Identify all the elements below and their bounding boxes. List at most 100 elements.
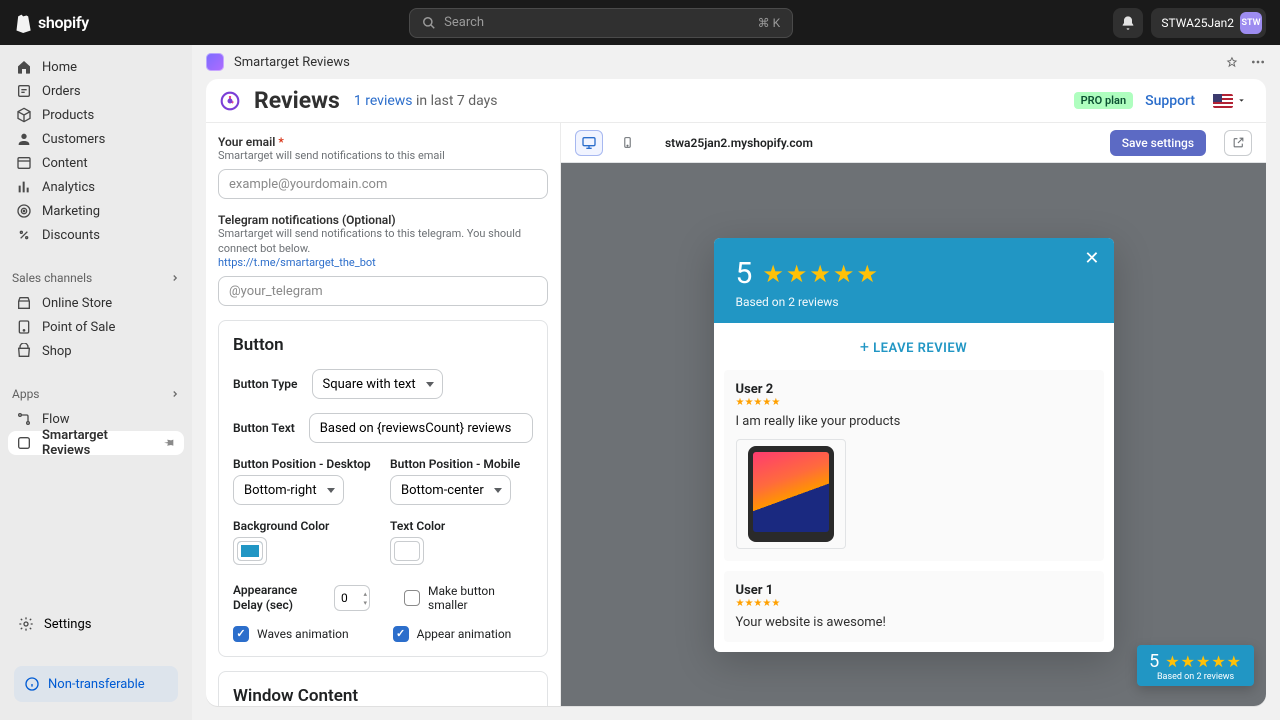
- nav-orders[interactable]: Orders: [8, 79, 184, 103]
- sales-channels-head[interactable]: Sales channels: [0, 267, 192, 289]
- stats: 1 reviews in last 7 days: [354, 93, 498, 109]
- search-placeholder: Search: [444, 15, 484, 30]
- nav-content[interactable]: Content: [8, 151, 184, 175]
- review-user: User 2: [736, 382, 1092, 397]
- stats-link[interactable]: 1 reviews: [354, 93, 413, 109]
- review-text: Your website is awesome!: [736, 615, 1092, 630]
- telegram-label: Telegram notifications (Optional): [218, 213, 548, 227]
- nav-label: Home: [42, 60, 77, 75]
- based-on-text: Based on 2 reviews: [736, 295, 1092, 309]
- float-text: Based on 2 reviews: [1149, 672, 1242, 682]
- pos-mobile-select[interactable]: Bottom-center: [390, 475, 511, 505]
- review-user: User 1: [736, 583, 1092, 598]
- pos-mobile-label: Button Position - Mobile: [390, 457, 533, 471]
- nav-settings[interactable]: Settings: [8, 610, 184, 638]
- marketing-icon: [16, 203, 32, 219]
- desktop-preview-button[interactable]: [575, 130, 603, 156]
- chevron-right-icon: [170, 273, 180, 283]
- nav-discounts[interactable]: Discounts: [8, 223, 184, 247]
- pin-icon[interactable]: [163, 437, 176, 450]
- nav-customers[interactable]: Customers: [8, 127, 184, 151]
- stars-icon: ★★★★★: [736, 598, 1092, 609]
- review-image[interactable]: [736, 439, 846, 549]
- sales-shop[interactable]: Shop: [8, 339, 184, 363]
- appear-checkbox[interactable]: Appear animation: [393, 626, 512, 642]
- nav-label: Flow: [42, 412, 70, 427]
- pos-desktop-label: Button Position - Desktop: [233, 457, 376, 471]
- email-help: Smartarget will send notifications to th…: [218, 149, 548, 163]
- telegram-bot-link[interactable]: https://t.me/smartarget_the_bot: [218, 256, 376, 269]
- review-text: I am really like your products: [736, 414, 1092, 429]
- sales-online-store[interactable]: Online Store: [8, 291, 184, 315]
- nav-label: Smartarget Reviews: [42, 428, 153, 458]
- pos-icon: [16, 319, 32, 335]
- locale-selector[interactable]: [1207, 90, 1252, 112]
- mobile-preview-button[interactable]: [613, 130, 641, 156]
- stars-icon: ★★★★★: [736, 397, 1092, 408]
- email-input[interactable]: [218, 169, 548, 199]
- chevron-right-icon: [170, 389, 180, 399]
- non-transferable-banner[interactable]: Non-transferable: [14, 666, 178, 702]
- non-transferable-label: Non-transferable: [48, 677, 145, 692]
- nav-label: Analytics: [42, 180, 95, 195]
- save-settings-button[interactable]: Save settings: [1110, 130, 1206, 156]
- user-menu[interactable]: STWA25Jan2 STW: [1151, 8, 1266, 38]
- telegram-input[interactable]: [218, 276, 548, 306]
- button-text-input[interactable]: [309, 413, 533, 443]
- shopify-logo[interactable]: shopify: [14, 13, 89, 33]
- gear-icon: [18, 616, 34, 632]
- avatar: STW: [1240, 12, 1262, 34]
- review-item: User 2 ★★★★★ I am really like your produ…: [724, 370, 1104, 561]
- delay-label: Appearance Delay (sec): [233, 583, 320, 612]
- nav-products[interactable]: Products: [8, 103, 184, 127]
- nav-label: Customers: [42, 132, 105, 147]
- app-icon: [16, 435, 32, 451]
- waves-checkbox[interactable]: Waves animation: [233, 626, 349, 642]
- nav-label: Content: [42, 156, 88, 171]
- telegram-help: Smartarget will send notifications to th…: [218, 227, 548, 270]
- flag-us-icon: [1213, 94, 1233, 108]
- notifications-button[interactable]: [1113, 8, 1143, 38]
- nav-label: Products: [42, 108, 94, 123]
- bg-color-swatch[interactable]: [233, 537, 267, 565]
- more-button[interactable]: [1250, 54, 1266, 70]
- nav-analytics[interactable]: Analytics: [8, 175, 184, 199]
- leave-review-button[interactable]: + LEAVE REVIEW: [714, 323, 1114, 370]
- card-title: Button: [233, 335, 533, 355]
- chevron-down-icon: [1237, 96, 1246, 105]
- nav-label: Orders: [42, 84, 81, 99]
- button-type-select[interactable]: Square with text: [312, 369, 443, 399]
- close-icon[interactable]: ✕: [1084, 248, 1099, 269]
- button-text-label: Button Text: [233, 421, 295, 435]
- floating-review-button[interactable]: 5★★★★★ Based on 2 reviews: [1137, 645, 1254, 686]
- window-content-card: Window Content Subtitle: [218, 671, 548, 706]
- nav-label: Point of Sale: [42, 320, 115, 335]
- pin-button[interactable]: [1224, 54, 1240, 70]
- open-external-button[interactable]: [1224, 130, 1252, 156]
- delay-input[interactable]: [334, 585, 370, 611]
- button-card: Button Button Type Square with text Butto…: [218, 320, 548, 657]
- discounts-icon: [16, 227, 32, 243]
- button-type-label: Button Type: [233, 377, 298, 391]
- support-link[interactable]: Support: [1145, 93, 1195, 109]
- page-title: Smartarget Reviews: [234, 55, 350, 70]
- shop-icon: [16, 343, 32, 359]
- pos-desktop-select[interactable]: Bottom-right: [233, 475, 344, 505]
- nav-home[interactable]: Home: [8, 55, 184, 79]
- nav-label: Shop: [42, 344, 72, 359]
- sales-pos[interactable]: Point of Sale: [8, 315, 184, 339]
- search-input[interactable]: Search ⌘ K: [409, 8, 793, 38]
- rating-number: 5: [736, 256, 753, 291]
- info-icon: [24, 676, 40, 692]
- search-shortcut: ⌘ K: [758, 16, 781, 30]
- nav-label: Discounts: [42, 228, 100, 243]
- app-smartarget-reviews[interactable]: Smartarget Reviews: [8, 431, 184, 455]
- apps-head[interactable]: Apps: [0, 383, 192, 405]
- user-name: STWA25Jan2: [1161, 16, 1234, 30]
- nav-label: Marketing: [42, 204, 100, 219]
- smaller-checkbox[interactable]: Make button smaller: [404, 584, 533, 612]
- text-color-swatch[interactable]: [390, 537, 424, 565]
- home-icon: [16, 59, 32, 75]
- nav-marketing[interactable]: Marketing: [8, 199, 184, 223]
- settings-label: Settings: [44, 617, 91, 632]
